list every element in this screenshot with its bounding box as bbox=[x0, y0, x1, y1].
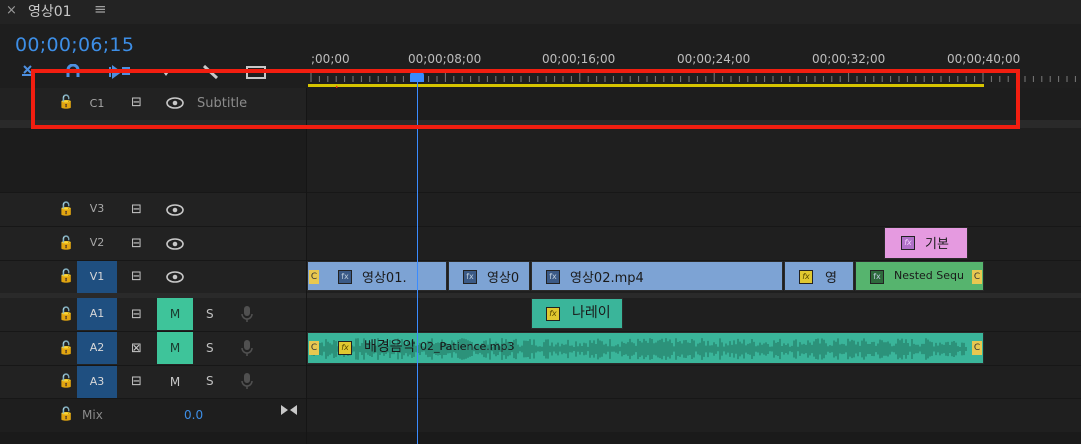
clip-label: Nested Sequ bbox=[894, 269, 964, 282]
track-header-v3 bbox=[0, 193, 307, 226]
fx-badge-icon: fx bbox=[338, 270, 352, 284]
panel-menu-icon[interactable]: ≡ bbox=[94, 0, 107, 18]
ruler-label: 00;00;16;00 bbox=[542, 52, 616, 66]
track-header-v2 bbox=[0, 227, 307, 260]
solo-button[interactable]: S bbox=[206, 307, 214, 321]
clip-label: 영상01. bbox=[362, 271, 407, 286]
close-tab-icon[interactable]: × bbox=[6, 3, 17, 18]
mute-button[interactable]: M bbox=[157, 366, 193, 398]
highlight-annotation-box bbox=[31, 69, 1020, 129]
clip-label: 영 bbox=[825, 271, 837, 286]
sync-lock-icon[interactable]: ⊟ bbox=[131, 269, 142, 284]
timeline-footer bbox=[0, 432, 1081, 444]
ruler-label: 00;00;24;00 bbox=[677, 52, 751, 66]
mix-volume-value[interactable]: 0.0 bbox=[184, 408, 203, 422]
header-divider bbox=[306, 88, 307, 444]
ruler-label: ;00;00 bbox=[311, 52, 350, 66]
track-header-a3 bbox=[0, 366, 307, 398]
graphic-clip[interactable]: fx 기본 bbox=[884, 227, 968, 259]
sequence-tab-title[interactable]: 영상01 bbox=[28, 1, 72, 21]
fx-badge-icon: fx bbox=[799, 270, 813, 284]
solo-button[interactable]: S bbox=[206, 374, 214, 388]
sequence-tab-bar: × 영상01 ≡ bbox=[0, 0, 1081, 24]
mix-track-name: Mix bbox=[82, 408, 103, 422]
clip-label: 기본 bbox=[925, 237, 949, 252]
lock-icon[interactable]: 🔓 bbox=[58, 236, 74, 251]
fx-badge-icon: fx bbox=[546, 307, 560, 321]
fx-badge-icon: fx bbox=[901, 236, 915, 250]
nested-sequence-clip[interactable]: fx Nested Sequ C bbox=[855, 261, 984, 291]
track-name-a1[interactable]: A1 bbox=[77, 298, 117, 330]
track-area-a1[interactable] bbox=[307, 298, 1081, 331]
clip-label: 영상02.mp4 bbox=[570, 271, 644, 286]
sync-lock-icon[interactable]: ⊟ bbox=[131, 202, 142, 217]
track-name-v1[interactable]: V1 bbox=[77, 261, 117, 293]
track-area-v3[interactable] bbox=[307, 193, 1081, 226]
clip-end-cap-icon: C bbox=[972, 341, 982, 355]
clip-label: 영상0 bbox=[487, 271, 520, 286]
fx-badge-icon: fx bbox=[546, 270, 560, 284]
track-name-a2[interactable]: A2 bbox=[77, 332, 117, 364]
lock-icon[interactable]: 🔓 bbox=[58, 407, 74, 422]
eye-icon[interactable] bbox=[166, 238, 184, 250]
track-name-a3[interactable]: A3 bbox=[77, 366, 117, 398]
sync-lock-off-icon[interactable]: ⊠ bbox=[131, 341, 142, 356]
sync-lock-icon[interactable]: ⊟ bbox=[131, 374, 142, 389]
audio-clip[interactable]: fx 나레이 bbox=[531, 298, 623, 329]
eye-icon[interactable] bbox=[166, 204, 184, 216]
fx-badge-icon: fx bbox=[870, 270, 884, 284]
solo-button[interactable]: S bbox=[206, 341, 214, 355]
video-clip[interactable]: fx 영상0 bbox=[448, 261, 530, 291]
mute-button[interactable]: M bbox=[157, 298, 193, 330]
mix-track-area[interactable] bbox=[307, 399, 1081, 432]
track-name-v2[interactable]: V2 bbox=[77, 227, 117, 259]
clip-label: 나레이 bbox=[572, 305, 611, 321]
mute-button[interactable]: M bbox=[157, 332, 193, 364]
lock-icon[interactable]: 🔓 bbox=[58, 374, 74, 389]
empty-header-space bbox=[0, 128, 307, 192]
sync-lock-icon[interactable]: ⊟ bbox=[131, 236, 142, 251]
track-area-a3[interactable] bbox=[307, 366, 1081, 398]
microphone-icon[interactable] bbox=[240, 339, 254, 357]
playhead-line[interactable] bbox=[417, 80, 418, 444]
mix-track-header bbox=[0, 399, 307, 432]
clip-label: 배경음악 bbox=[364, 339, 416, 355]
track-header-v1 bbox=[0, 261, 307, 293]
fx-badge-icon: fx bbox=[338, 341, 352, 355]
clip-end-cap-icon: C bbox=[972, 270, 982, 284]
microphone-icon[interactable] bbox=[240, 305, 254, 323]
mix-expand-icon[interactable] bbox=[280, 404, 298, 416]
clip-start-cap-icon: C bbox=[309, 270, 319, 284]
fx-badge-icon: fx bbox=[463, 270, 477, 284]
video-clip[interactable]: fx 영상02.mp4 bbox=[531, 261, 783, 291]
lock-icon[interactable]: 🔓 bbox=[58, 269, 74, 284]
ruler-label: 00;00;40;00 bbox=[947, 52, 1021, 66]
empty-track-space bbox=[307, 128, 1081, 192]
track-header-a2 bbox=[0, 332, 307, 365]
lock-icon[interactable]: 🔓 bbox=[58, 202, 74, 217]
video-clip[interactable]: C fx 영상01. bbox=[307, 261, 447, 291]
ruler-label: 00;00;08;00 bbox=[408, 52, 482, 66]
lock-icon[interactable]: 🔓 bbox=[58, 307, 74, 322]
eye-icon[interactable] bbox=[166, 271, 184, 283]
track-header-a1 bbox=[0, 298, 307, 331]
video-clip[interactable]: fx 영 bbox=[784, 261, 854, 291]
audio-clip[interactable]: C fx 배경음악 02_Patience.mp3 C bbox=[307, 332, 984, 364]
ruler-label: 00;00;32;00 bbox=[812, 52, 886, 66]
sync-lock-icon[interactable]: ⊟ bbox=[131, 307, 142, 322]
clip-start-cap-icon: C bbox=[309, 341, 319, 355]
clip-filename: 02_Patience.mp3 bbox=[420, 340, 515, 353]
lock-icon[interactable]: 🔓 bbox=[58, 341, 74, 356]
microphone-icon[interactable] bbox=[240, 372, 254, 390]
playhead-timecode[interactable]: 00;00;06;15 bbox=[15, 34, 134, 56]
track-name-v3[interactable]: V3 bbox=[77, 193, 117, 225]
